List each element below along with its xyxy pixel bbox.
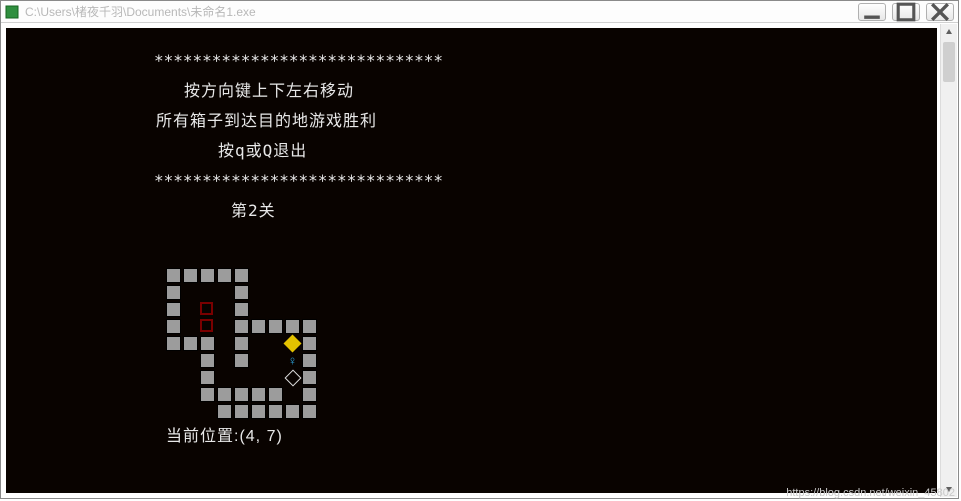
stars-bottom: ****************************** [6, 166, 937, 196]
titlebar[interactable]: C:\Users\楮夜千羽\Documents\未命名1.exe [1, 1, 958, 23]
wall-cell [234, 336, 249, 351]
target-cell [200, 319, 213, 332]
wall-cell [234, 268, 249, 283]
status-line: 当前位置:(4, 7) [166, 422, 283, 446]
status-pos: (4, 7) [239, 428, 282, 445]
wall-cell [166, 285, 181, 300]
wall-cell [251, 319, 266, 334]
wall-cell [234, 302, 249, 317]
vertical-scrollbar[interactable] [940, 24, 957, 497]
target-cell [200, 302, 213, 315]
instruction-line-1: 按方向键上下左右移动 [6, 76, 937, 106]
player-cell: ♀ [285, 353, 300, 368]
app-window: C:\Users\楮夜千羽\Documents\未命名1.exe *******… [0, 0, 959, 499]
wall-cell [251, 387, 266, 402]
watermark-text: https://blog.csdn.net/weixin_45802 [786, 487, 955, 499]
wall-cell [234, 387, 249, 402]
wall-cell [302, 319, 317, 334]
wall-cell [234, 285, 249, 300]
storage-mark [285, 370, 300, 385]
wall-cell [166, 268, 181, 283]
wall-cell [285, 319, 300, 334]
wall-cell [200, 336, 215, 351]
window-title: C:\Users\楮夜千羽\Documents\未命名1.exe [25, 3, 852, 20]
header-block: ****************************** 按方向键上下左右移… [6, 46, 937, 226]
wall-cell [217, 404, 232, 419]
level-label: 第2关 [6, 196, 937, 226]
scroll-thumb[interactable] [943, 42, 955, 82]
app-icon [5, 5, 19, 19]
wall-cell [285, 404, 300, 419]
wall-cell [302, 404, 317, 419]
wall-cell [200, 268, 215, 283]
instruction-line-2: 所有箱子到达目的地游戏胜利 [6, 106, 937, 136]
client-area: ****************************** 按方向键上下左右移… [2, 24, 941, 497]
wall-cell [234, 404, 249, 419]
wall-cell [268, 319, 283, 334]
wall-cell [302, 336, 317, 351]
wall-cell [234, 319, 249, 334]
close-button[interactable] [926, 3, 954, 21]
wall-cell [183, 268, 198, 283]
scroll-up-button[interactable] [941, 24, 957, 40]
status-label: 当前位置: [166, 428, 239, 445]
wall-cell [166, 336, 181, 351]
wall-cell [302, 370, 317, 385]
wall-cell [200, 353, 215, 368]
wall-cell [217, 268, 232, 283]
wall-cell [268, 387, 283, 402]
wall-cell [302, 353, 317, 368]
console-surface: ****************************** 按方向键上下左右移… [6, 28, 937, 493]
wall-cell [200, 370, 215, 385]
stars-top: ****************************** [6, 46, 937, 76]
wall-cell [268, 404, 283, 419]
wall-cell [302, 387, 317, 402]
wall-cell [234, 353, 249, 368]
wall-cell [251, 404, 266, 419]
wall-cell [183, 336, 198, 351]
minimize-button[interactable] [858, 3, 886, 21]
wall-cell [166, 319, 181, 334]
wall-cell [166, 302, 181, 317]
wall-cell [217, 387, 232, 402]
box-cell [283, 334, 301, 352]
maximize-button[interactable] [892, 3, 920, 21]
wall-cell [200, 387, 215, 402]
instruction-line-3: 按q或Q退出 [6, 136, 937, 166]
